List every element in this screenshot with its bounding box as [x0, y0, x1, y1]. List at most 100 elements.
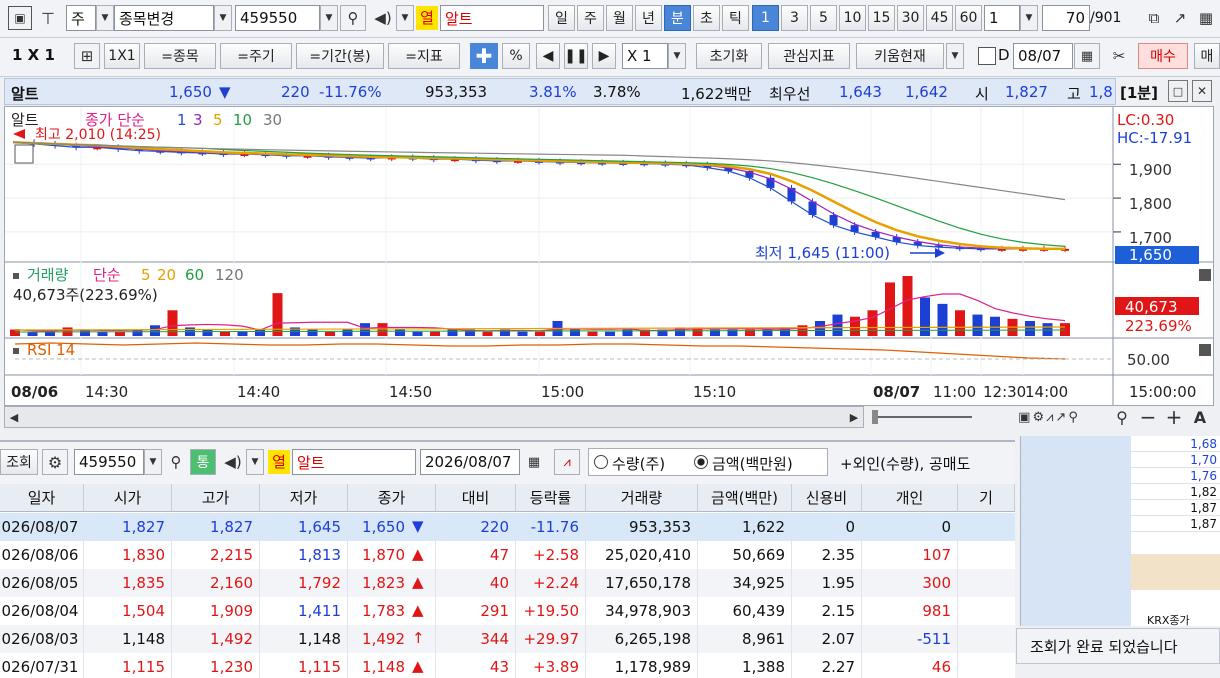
interval-45-button[interactable]: 45	[926, 5, 953, 31]
chart-svg[interactable]: 08/06 14:30 14:40 14:50 15:00 15:10 08/07 11:00…	[5, 107, 1214, 406]
period-5-button[interactable]: 초	[693, 5, 720, 31]
zoom-slider-handle[interactable]	[872, 410, 878, 424]
pin-icon[interactable]: ⊤	[36, 6, 60, 30]
period-2-button[interactable]: 월	[606, 5, 633, 31]
grid-tool-icon[interactable]: ▦	[1194, 6, 1218, 30]
search-mode-dropdown-icon[interactable]: ▼	[214, 5, 232, 31]
interval-1-button[interactable]: 1	[752, 5, 779, 31]
period-3-button[interactable]: 년	[635, 5, 662, 31]
volume-pane-close-icon[interactable]	[1199, 269, 1211, 281]
table-header-6[interactable]: 등락률	[516, 484, 586, 512]
percent-button[interactable]: %	[502, 43, 530, 69]
interval-3-button[interactable]: 3	[781, 5, 808, 31]
page-counter-input[interactable]: 70	[1042, 5, 1090, 31]
scroll-left-icon[interactable]: ◀	[6, 408, 22, 426]
table-header-1[interactable]: 시가	[84, 484, 172, 512]
interval-60-button[interactable]: 60	[955, 5, 982, 31]
kiwoom-current-button[interactable]: 키움현재	[856, 43, 944, 69]
sync-range-button[interactable]: =기간(봉)	[296, 43, 384, 69]
table-header-11[interactable]: 기	[958, 484, 1015, 512]
period-4-button[interactable]: 분	[664, 5, 691, 31]
prev-button[interactable]: ◀	[536, 43, 560, 69]
period-1-button[interactable]: 주	[577, 5, 604, 31]
layout-1x1-button[interactable]: 1X1	[104, 43, 140, 69]
font-size-icon[interactable]: A	[1190, 407, 1210, 427]
extra-options[interactable]: +외인(수량), 공매도	[840, 453, 1012, 474]
window-icon[interactable]: ▣	[8, 6, 32, 30]
close-icon[interactable]: ✕	[1192, 80, 1212, 102]
zoom-slider[interactable]	[872, 416, 972, 418]
restore-icon[interactable]: □	[1168, 80, 1188, 102]
speed-dropdown-icon[interactable]: ▼	[668, 43, 686, 69]
table-header-0[interactable]: 일자	[0, 484, 84, 512]
market-select[interactable]: 주	[66, 5, 96, 31]
speaker-dropdown-icon[interactable]: ▼	[396, 5, 414, 31]
interval-5-button[interactable]: 5	[810, 5, 837, 31]
scroll-right-icon[interactable]: ▶	[846, 408, 862, 426]
minus-icon[interactable]: −	[1138, 405, 1158, 429]
query-button[interactable]: 조회	[0, 449, 38, 475]
date-checkbox[interactable]	[978, 47, 996, 65]
sync-stock-button[interactable]: =종목	[144, 43, 216, 69]
radio-amount[interactable]	[694, 455, 708, 469]
chart-area[interactable]: 08/06 14:30 14:40 14:50 15:00 15:10 08/07 11:00…	[4, 106, 1214, 406]
table-date-input[interactable]: 2026/08/07	[420, 449, 520, 475]
table-header-5[interactable]: 대비	[436, 484, 516, 512]
period-6-button[interactable]: 틱	[722, 5, 749, 31]
kiwoom-dropdown-icon[interactable]: ▼	[946, 43, 964, 69]
table-header-7[interactable]: 거래량	[586, 484, 698, 512]
table-header-9[interactable]: 신용비	[792, 484, 862, 512]
chart-scrollbar[interactable]	[4, 406, 864, 428]
buy-button[interactable]: 매수	[1138, 43, 1188, 69]
replay-speed-select[interactable]: X 1	[622, 43, 668, 69]
crosshair-icon[interactable]: ✚	[470, 43, 498, 69]
trend-tool-icon[interactable]: ↗	[1168, 6, 1192, 30]
table-header-4[interactable]: 종가	[348, 484, 436, 512]
table-header-8[interactable]: 금액(백만)	[698, 484, 792, 512]
table-speaker-icon[interactable]: ◀)	[220, 449, 246, 475]
sync-indicator-button[interactable]: =지표	[388, 43, 460, 69]
grid-layout-icon[interactable]: ⊞	[74, 43, 100, 69]
pause-button[interactable]: ❚❚	[564, 43, 588, 69]
table-header-10[interactable]: 개인	[862, 484, 958, 512]
table-search-icon[interactable]: ⚲	[164, 449, 188, 475]
search-icon[interactable]: ⚲	[340, 5, 366, 31]
date-input[interactable]: 08/07	[1013, 43, 1073, 69]
sync-button[interactable]: 통	[190, 449, 216, 475]
volume-pane-handle-icon[interactable]	[13, 273, 19, 279]
chart-tool-icon[interactable]: ⧉	[1142, 6, 1166, 30]
radio-qty[interactable]	[594, 455, 608, 469]
interval-30-button[interactable]: 30	[897, 5, 924, 31]
more-button[interactable]: 매	[1194, 43, 1220, 69]
interval-select[interactable]: 1	[984, 5, 1020, 31]
stock-code-input[interactable]: 459550	[235, 5, 320, 31]
table-header-2[interactable]: 고가	[172, 484, 260, 512]
zoom-tool-icons[interactable]: ▣⚙⩘↗⚲	[984, 408, 1114, 426]
interval-dropdown-icon[interactable]: ▼	[1020, 5, 1038, 31]
rsi-pane-handle-icon[interactable]	[13, 348, 19, 354]
rsi-pane-close-icon[interactable]	[1199, 344, 1211, 356]
reset-button[interactable]: 초기화	[696, 43, 762, 69]
interval-10-button[interactable]: 10	[839, 5, 866, 31]
interval-15-button[interactable]: 15	[868, 5, 895, 31]
market-dropdown-icon[interactable]: ▼	[96, 5, 114, 31]
table-calendar-icon[interactable]: ▦	[522, 449, 546, 475]
table-chart-icon[interactable]: ⩘	[554, 449, 580, 475]
table-code-dropdown-icon[interactable]: ▼	[144, 449, 162, 475]
code-dropdown-icon[interactable]: ▼	[320, 5, 338, 31]
interest-indicator-button[interactable]: 관심지표	[768, 43, 850, 69]
plus-icon[interactable]: +	[1164, 405, 1184, 429]
calendar-icon[interactable]: ▦	[1074, 43, 1100, 69]
speaker-icon[interactable]: ◀)	[370, 5, 396, 31]
next-button[interactable]: ▶	[592, 43, 616, 69]
period-0-button[interactable]: 일	[548, 5, 575, 31]
table-code-input[interactable]: 459550	[74, 449, 144, 475]
table-header-3[interactable]: 저가	[260, 484, 348, 512]
table-view-icon[interactable]	[14, 144, 34, 164]
stock-search-mode[interactable]: 종목변경	[114, 5, 214, 31]
settings-gear-icon[interactable]: ⚙	[42, 449, 68, 475]
scissors-icon[interactable]: ✂	[1106, 43, 1132, 69]
table-speaker-dropdown-icon[interactable]: ▼	[246, 449, 264, 475]
sync-period-button[interactable]: =주기	[220, 43, 292, 69]
zoom-out-icon[interactable]: ⚲	[1112, 407, 1132, 427]
